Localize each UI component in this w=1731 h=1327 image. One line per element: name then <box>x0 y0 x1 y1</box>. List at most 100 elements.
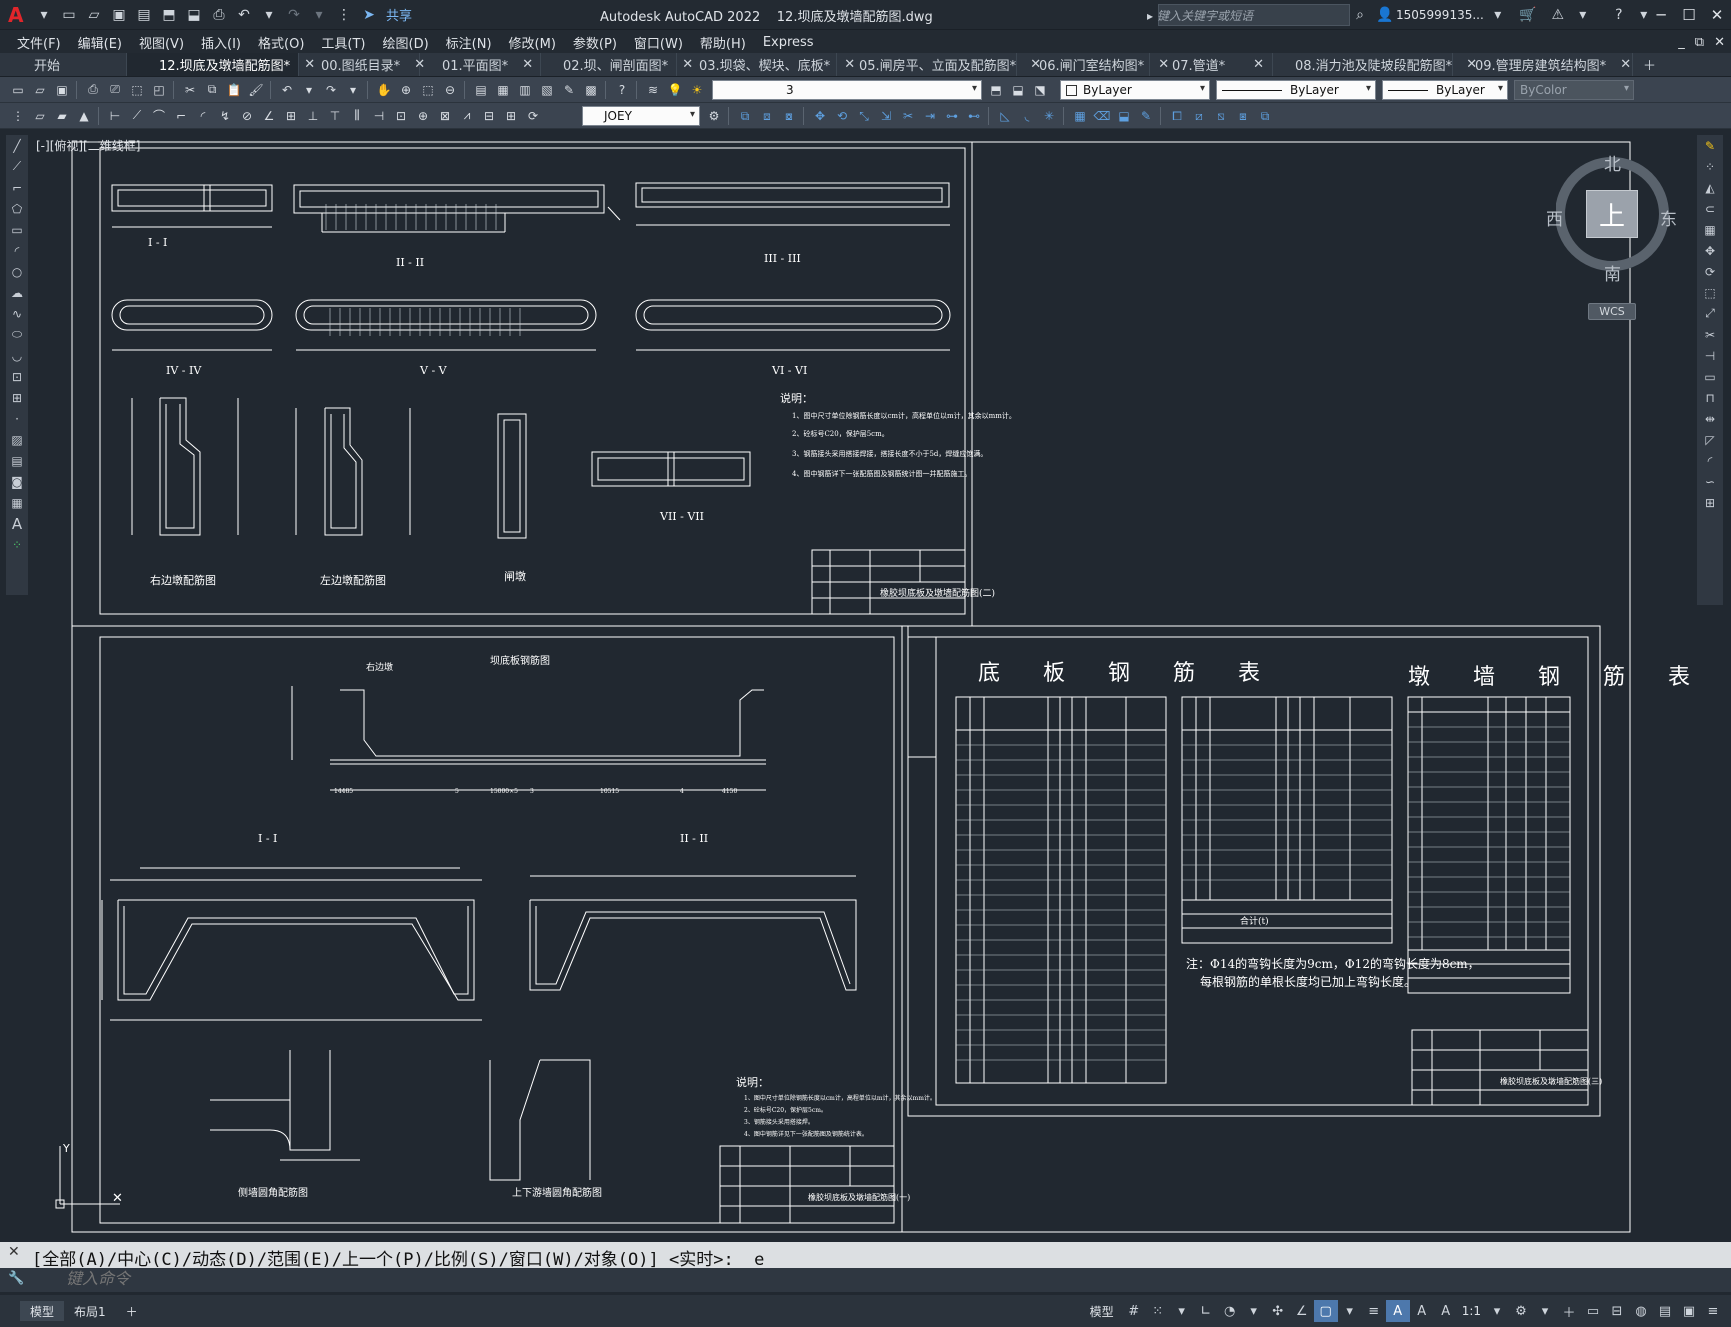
dim-text: 15000×5 <box>490 788 518 795</box>
section-label: IV - IV <box>166 364 202 377</box>
close-icon[interactable]: ✕ <box>8 1244 20 1260</box>
sheet1-inner-border <box>99 147 966 615</box>
units-icon[interactable]: ▭ <box>1581 1300 1605 1322</box>
compass-west[interactable]: 西 <box>1546 205 1563 230</box>
notes-title: 说明： <box>736 1075 769 1089</box>
compass-east[interactable]: 东 <box>1660 205 1677 230</box>
status-bar: 模型 布局1 ＋ 模型 # ⁙ ▾ ∟ ◔ ▾ ✣ ∠ ▢ ▾ ≡ A A A … <box>0 1295 1731 1327</box>
note-line: 1、图中尺寸单位除钢筋长度以cm计，高程单位以m计，其余以mm计。 <box>792 411 1016 420</box>
title-block-text: 橡胶坝底板及墩墙配筋图(二) <box>880 587 995 599</box>
clean-screen-icon[interactable]: ▣ <box>1677 1300 1701 1322</box>
section-label: I - I <box>148 236 167 249</box>
add-layout-button[interactable]: ＋ <box>116 1301 148 1321</box>
note-line: 4、图中钢筋详见下一张配筋图及钢筋统计表。 <box>744 1130 868 1138</box>
object-snap-dropdown-icon[interactable]: ▾ <box>1338 1300 1362 1322</box>
annotation-monitor-icon[interactable]: ＋ <box>1557 1300 1581 1322</box>
customize-icon[interactable]: ≡ <box>1701 1300 1725 1322</box>
compass-north[interactable]: 北 <box>1604 150 1621 175</box>
note-line: 1、图中尺寸单位除钢筋长度以cm计，高程单位以m计，其余以mm计。 <box>744 1094 936 1102</box>
sheet3-title-block <box>1411 1029 1589 1106</box>
annotation-scale-icon[interactable]: A <box>1434 1300 1458 1322</box>
lineweight-icon[interactable]: ≡ <box>1362 1300 1386 1322</box>
sheet1-title-block <box>811 549 966 615</box>
table-note: 每根钢筋的单根长度均已加上弯钩长度。 <box>1200 974 1416 989</box>
quick-properties-icon[interactable]: ⊟ <box>1605 1300 1629 1322</box>
hardware-acceleration-icon[interactable]: ▤ <box>1653 1300 1677 1322</box>
dim-text: 4150 <box>722 788 737 795</box>
viewcube-top-face[interactable]: 上 <box>1586 190 1638 238</box>
table-total: 合计(t) <box>1240 915 1269 927</box>
snap-dropdown-icon[interactable]: ▾ <box>1170 1300 1194 1322</box>
note-line: 3、钢筋接头采用搭接焊接，搭接长度不小于5d，焊缝应饱满。 <box>792 449 987 458</box>
workspace-gear-icon[interactable]: ⚙ <box>1509 1300 1533 1322</box>
detail-label: 闸墩 <box>504 569 526 583</box>
sheet2-section-I <box>101 867 482 1021</box>
command-input[interactable] <box>30 1270 1720 1290</box>
object-tracking-icon[interactable]: ∠ <box>1290 1300 1314 1322</box>
section-label: III - III <box>764 252 801 265</box>
isolate-objects-icon[interactable]: ◍ <box>1629 1300 1653 1322</box>
isodraft-icon[interactable]: ✣ <box>1266 1300 1290 1322</box>
wcs-menu-button[interactable]: WCS <box>1588 303 1636 320</box>
section-label: II - II <box>680 832 708 845</box>
sheet2-plan <box>291 686 766 791</box>
note-line: 2、砼标号C20，保护层5cm。 <box>792 429 889 438</box>
svg-text:Y: Y <box>62 1142 70 1155</box>
grid-icon[interactable]: # <box>1122 1300 1146 1322</box>
dim-text: 5 <box>455 788 459 795</box>
note-line: 2、砼标号C20，保护层5cm。 <box>744 1106 827 1114</box>
detail-label: 左边墩配筋图 <box>320 573 386 587</box>
wrench-icon[interactable]: 🔧 <box>8 1271 24 1286</box>
title-block-text: 橡胶坝底板及墩墙配筋图(三) <box>1500 1076 1602 1086</box>
layout-tab-layout1[interactable]: 布局1 <box>64 1301 116 1321</box>
annotation-visibility-icon[interactable]: A <box>1385 1300 1410 1322</box>
section-label: I - I <box>258 832 277 845</box>
dim-text: 4 <box>680 788 684 795</box>
section-label: VI - VI <box>771 364 807 377</box>
sheet2-border <box>71 625 903 1233</box>
sheet-title: 坝底板钢筋图 <box>490 654 550 667</box>
dim-text: 3 <box>530 788 534 795</box>
notes-title: 说明： <box>780 391 813 405</box>
plan-label: 右边墩 <box>366 661 393 673</box>
detail-label: 右边墩配筋图 <box>150 573 216 587</box>
detail-label: 上下游墙圆角配筋图 <box>512 1186 602 1199</box>
polar-dropdown-icon[interactable]: ▾ <box>1242 1300 1266 1322</box>
command-history: ✕ [全部(A)/中心(C)/动态(D)/范围(E)/上一个(P)/比例(S)/… <box>0 1242 1731 1270</box>
svg-text:✕: ✕ <box>112 1191 123 1206</box>
sheet3-border <box>907 625 1601 1117</box>
table-note: 注：Φ14的弯钩长度为9cm，Φ12的弯钩长度为8cm， <box>1186 956 1480 971</box>
status-toggles: 模型 # ⁙ ▾ ∟ ◔ ▾ ✣ ∠ ▢ ▾ ≡ A A A 1:1 ▾ ⚙ ▾… <box>1090 1299 1725 1323</box>
polar-icon[interactable]: ◔ <box>1218 1300 1242 1322</box>
snap-icon[interactable]: ⁙ <box>1146 1300 1170 1322</box>
sheet3-inner-border <box>935 636 1589 1106</box>
viewcube[interactable]: 上 北 南 东 西 WCS <box>1546 150 1684 320</box>
scale-dropdown-icon[interactable]: ▾ <box>1485 1300 1509 1322</box>
object-snap-icon[interactable]: ▢ <box>1313 1300 1338 1322</box>
drawing-canvas[interactable]: I - I II - II III - III IV - IV V - V VI… <box>0 0 1731 1240</box>
model-space-label[interactable]: 模型 <box>1090 1303 1114 1320</box>
sheet3-margin-table <box>907 636 937 758</box>
sheet2-section-II <box>529 875 857 991</box>
ortho-icon[interactable]: ∟ <box>1194 1300 1218 1322</box>
viewport-controls-label[interactable]: [-][俯视][二维线框] <box>36 137 140 154</box>
title-block-text: 橡胶坝底板及墩墙配筋图(一) <box>808 1192 910 1202</box>
table-title: 墩 墙 钢 筋 表 <box>1408 665 1708 690</box>
auto-scale-icon[interactable]: A <box>1410 1300 1434 1322</box>
bottom-plate-rebar-table <box>955 696 1167 1084</box>
detail-label: 侧墙圆角配筋图 <box>238 1186 308 1199</box>
dim-text: 14485 <box>334 788 353 795</box>
command-history-text: [全部(A)/中心(C)/动态(D)/范围(E)/上一个(P)/比例(S)/窗口… <box>32 1250 765 1270</box>
table-title: 底 板 钢 筋 表 <box>978 661 1278 686</box>
layout-tab-model[interactable]: 模型 <box>20 1301 65 1321</box>
sheet1-border <box>71 141 973 627</box>
dim-text: 10515 <box>600 788 619 795</box>
sheet1-sections <box>111 182 951 351</box>
sheet2-title-block <box>719 1145 895 1224</box>
section-label: VII - VII <box>659 510 704 523</box>
compass-south[interactable]: 南 <box>1604 260 1621 285</box>
ucs-icon: Y ✕ <box>55 1142 123 1209</box>
annotation-scale-value[interactable]: 1:1 <box>1462 1304 1481 1318</box>
workspace-dropdown-icon[interactable]: ▾ <box>1533 1300 1557 1322</box>
note-line: 4、图中钢筋详下一张配筋图及钢筋统计图一并配筋施工。 <box>792 469 971 478</box>
